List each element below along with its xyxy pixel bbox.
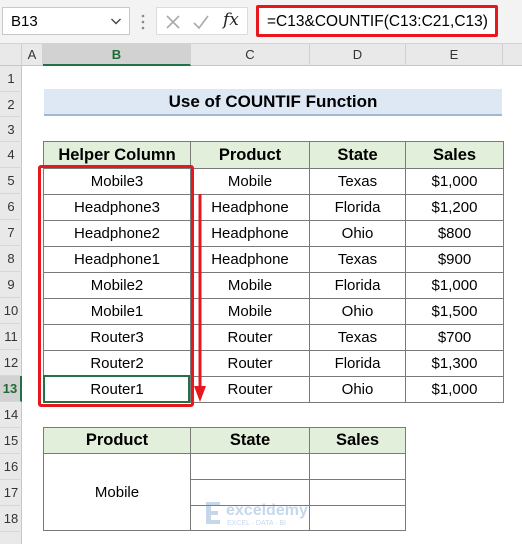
product-cell[interactable]: Mobile: [190, 272, 310, 299]
row-header-5[interactable]: 5: [0, 168, 22, 194]
select-all-corner[interactable]: [0, 44, 22, 66]
criteria-product-value[interactable]: Mobile: [43, 453, 191, 531]
sales-cell[interactable]: $900: [405, 246, 504, 273]
cancel-icon[interactable]: [163, 12, 183, 32]
row-header-9[interactable]: 9: [0, 272, 22, 298]
row-header-8[interactable]: 8: [0, 246, 22, 272]
watermark-tagline: EXCEL · DATA · BI: [227, 520, 286, 527]
row-header-17[interactable]: 17: [0, 480, 22, 506]
row-header-4[interactable]: 4: [0, 142, 22, 168]
row-header-14[interactable]: 14: [0, 402, 22, 428]
row-header-7[interactable]: 7: [0, 220, 22, 246]
state-cell[interactable]: Texas: [309, 168, 406, 195]
formula-input[interactable]: =C13&COUNTIF(C13:C21,C13): [256, 5, 498, 37]
criteria-header-sales[interactable]: Sales: [309, 427, 406, 454]
criteria-header-product[interactable]: Product: [43, 427, 191, 454]
sales-cell[interactable]: $800: [405, 220, 504, 247]
state-cell[interactable]: Ohio: [309, 220, 406, 247]
watermark-name: exceldemy: [226, 502, 308, 519]
state-cell[interactable]: Texas: [309, 246, 406, 273]
state-cell[interactable]: Florida: [309, 272, 406, 299]
enter-check-icon[interactable]: [191, 12, 211, 32]
col-header-c[interactable]: C: [191, 44, 310, 66]
product-cell[interactable]: Headphone: [190, 220, 310, 247]
helper-column-highlight: [38, 165, 194, 407]
row-headers: 1 2 3 4 5 6 7 8 9 10 11 12 13 14 15 16 17 18: [0, 66, 22, 544]
criteria-cell[interactable]: [309, 453, 406, 480]
more-options-icon: [141, 14, 145, 30]
sheet-title[interactable]: Use of COUNTIF Function: [44, 89, 502, 116]
state-cell[interactable]: Ohio: [309, 376, 406, 403]
sales-cell[interactable]: $1,300: [405, 350, 504, 377]
row-header-2[interactable]: 2: [0, 92, 22, 117]
name-box[interactable]: B13: [2, 7, 130, 35]
header-state[interactable]: State: [309, 141, 406, 169]
row-header-18[interactable]: 18: [0, 506, 22, 532]
row-header-11[interactable]: 11: [0, 324, 22, 350]
row-header-3[interactable]: 3: [0, 117, 22, 142]
formula-buttons: fx: [156, 7, 248, 35]
sales-cell[interactable]: $1,000: [405, 272, 504, 299]
col-header-a[interactable]: A: [22, 44, 43, 66]
header-sales[interactable]: Sales: [405, 141, 504, 169]
row-header-10[interactable]: 10: [0, 298, 22, 324]
insert-function-button[interactable]: fx: [223, 10, 239, 30]
col-header-b[interactable]: B: [43, 44, 191, 66]
product-cell[interactable]: Router: [190, 324, 310, 351]
row-header-16[interactable]: 16: [0, 454, 22, 480]
product-cell[interactable]: Router: [190, 376, 310, 403]
column-headers: A B C D E: [0, 44, 522, 66]
sales-cell[interactable]: $700: [405, 324, 504, 351]
chevron-down-icon[interactable]: [110, 15, 122, 27]
formula-bar: B13 fx =C13&COUNTIF(C13:C21,C13): [0, 0, 522, 44]
product-cell[interactable]: Headphone: [190, 194, 310, 221]
name-box-value: B13: [11, 13, 38, 30]
row-header-6[interactable]: 6: [0, 194, 22, 220]
product-cell[interactable]: Router: [190, 350, 310, 377]
col-header-e[interactable]: E: [406, 44, 503, 66]
sales-cell[interactable]: $1,200: [405, 194, 504, 221]
formula-text: =C13&COUNTIF(C13:C21,C13): [267, 13, 488, 30]
state-cell[interactable]: Florida: [309, 350, 406, 377]
arrow-down-icon: [194, 194, 206, 402]
header-product[interactable]: Product: [190, 141, 310, 169]
state-cell[interactable]: Florida: [309, 194, 406, 221]
row-header-1[interactable]: 1: [0, 66, 22, 92]
product-cell[interactable]: Headphone: [190, 246, 310, 273]
criteria-header-state[interactable]: State: [190, 427, 310, 454]
product-cell[interactable]: Mobile: [190, 168, 310, 195]
sales-cell[interactable]: $1,000: [405, 168, 504, 195]
watermark-logo: exceldemy EXCEL · DATA · BI: [206, 502, 308, 527]
criteria-cell[interactable]: [190, 453, 310, 480]
sales-cell[interactable]: $1,500: [405, 298, 504, 325]
product-cell[interactable]: Mobile: [190, 298, 310, 325]
state-cell[interactable]: Texas: [309, 324, 406, 351]
row-header-13[interactable]: 13: [0, 376, 22, 402]
row-header-15[interactable]: 15: [0, 428, 22, 454]
state-cell[interactable]: Ohio: [309, 298, 406, 325]
col-header-d[interactable]: D: [310, 44, 406, 66]
row-header-12[interactable]: 12: [0, 350, 22, 376]
sales-cell[interactable]: $1,000: [405, 376, 504, 403]
